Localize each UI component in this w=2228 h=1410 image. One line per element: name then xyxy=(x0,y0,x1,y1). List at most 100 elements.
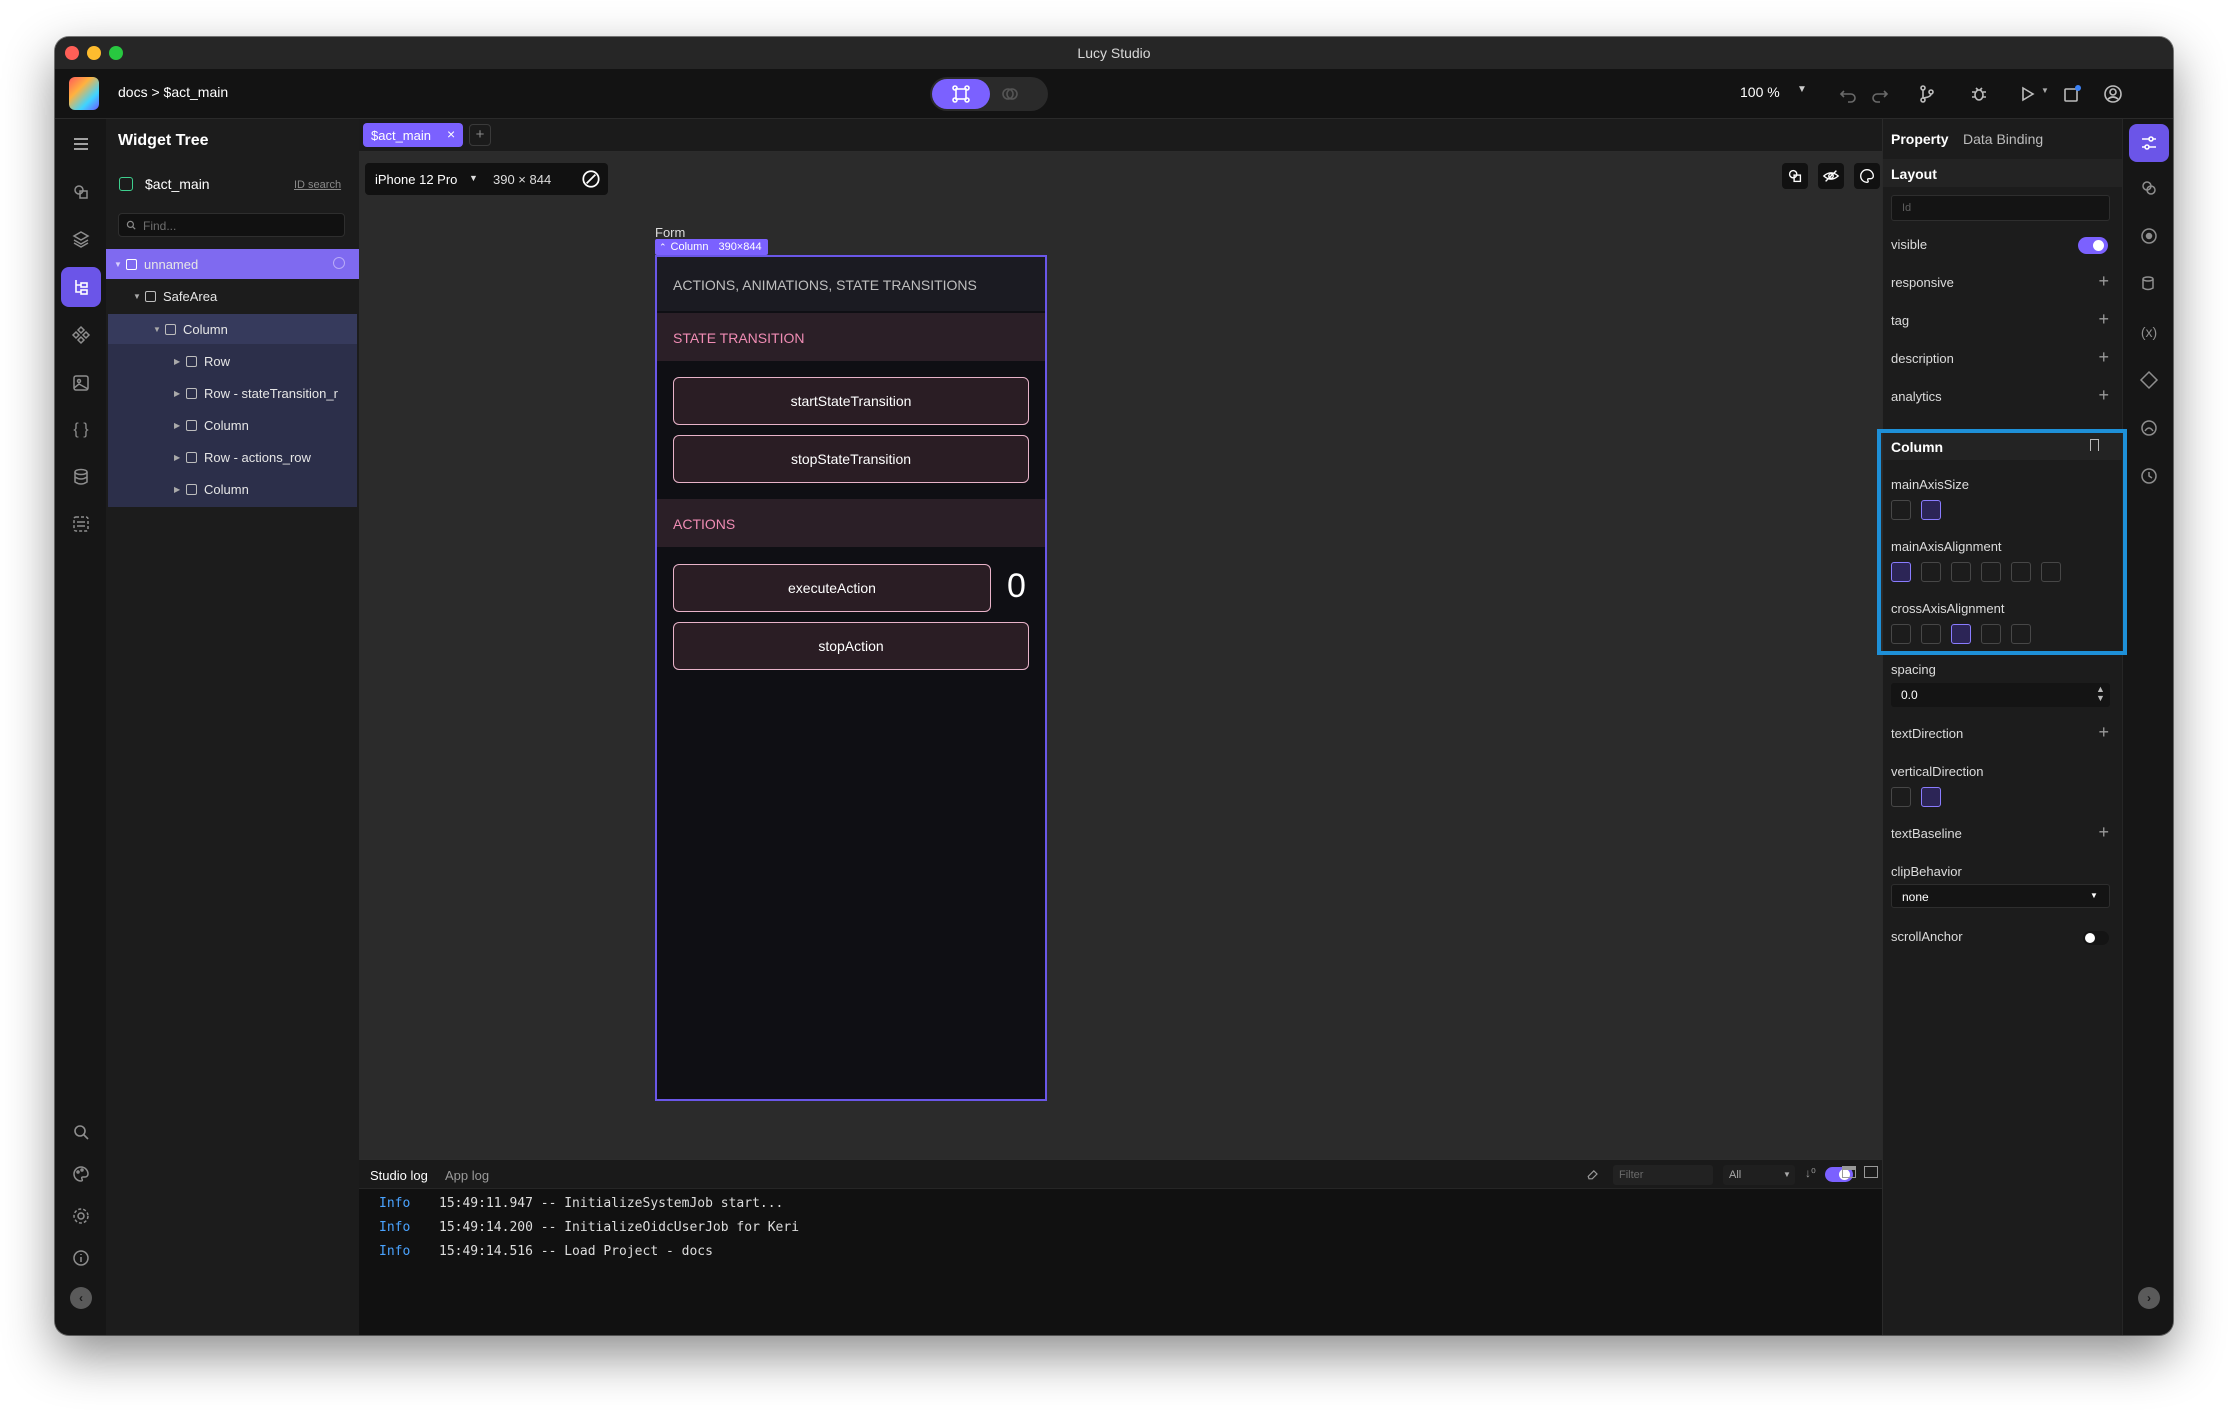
properties-icon[interactable] xyxy=(2129,124,2169,162)
shapes-toggle-icon[interactable] xyxy=(1782,163,1808,189)
maximize-icon[interactable] xyxy=(1864,1166,1878,1178)
add-tab-icon[interactable]: + xyxy=(469,124,491,146)
id-field[interactable]: Id xyxy=(1891,195,2110,221)
zoom-level[interactable]: 100 % xyxy=(1740,84,1780,100)
stepper-icon[interactable]: ▲ ▼ xyxy=(2096,685,2105,703)
tag-icon[interactable] xyxy=(2136,367,2162,393)
phone-preview[interactable]: ACTIONS, ANIMATIONS, STATE TRANSITIONS S… xyxy=(655,255,1047,1101)
align-center-icon[interactable] xyxy=(1951,562,1971,582)
spacing-input[interactable]: 0.0 ▲ ▼ xyxy=(1891,683,2110,707)
tab-app-log[interactable]: App log xyxy=(445,1168,489,1183)
add-analytics-icon[interactable]: + xyxy=(2098,386,2109,404)
theme-palette-icon[interactable] xyxy=(1854,163,1880,189)
style-icon[interactable] xyxy=(2136,175,2162,201)
design-mode-button[interactable] xyxy=(932,79,990,109)
scroll-anchor-toggle[interactable] xyxy=(2083,931,2109,945)
components-icon[interactable] xyxy=(68,322,94,348)
vertical-up-icon[interactable] xyxy=(1891,787,1911,807)
tree-node-column[interactable]: ▼ Column xyxy=(108,314,357,344)
menu-icon[interactable] xyxy=(68,131,94,157)
space-evenly-icon[interactable] xyxy=(2041,562,2061,582)
stop-state-transition-button[interactable]: stopStateTransition xyxy=(673,435,1029,483)
tree-search-field[interactable]: Find... xyxy=(118,213,345,237)
log-level-select[interactable]: All ▼ xyxy=(1723,1165,1795,1185)
stop-action-button[interactable]: stopAction xyxy=(673,622,1029,670)
run-dropdown-icon[interactable]: ▼ xyxy=(2041,86,2049,95)
debug-icon[interactable] xyxy=(1967,82,1991,106)
add-description-icon[interactable]: + xyxy=(2098,348,2109,366)
add-tag-icon[interactable]: + xyxy=(2098,310,2109,328)
tree-node-safearea[interactable]: ▼ SafeArea xyxy=(106,281,359,311)
sort-icon[interactable]: ↓⁰ xyxy=(1805,1166,1816,1180)
add-text-direction-icon[interactable]: + xyxy=(2098,723,2109,741)
theme-icon[interactable] xyxy=(2136,415,2162,441)
add-responsive-icon[interactable]: + xyxy=(2098,272,2109,290)
log-filter-input[interactable]: Filter xyxy=(1613,1165,1713,1185)
branch-icon[interactable] xyxy=(1915,82,1939,106)
hide-icon[interactable] xyxy=(1818,163,1844,189)
clip-behavior-select[interactable]: none ▼ xyxy=(1891,884,2110,908)
vertical-down-icon[interactable] xyxy=(1921,787,1941,807)
tree-node-row[interactable]: ▶ Row xyxy=(108,346,230,376)
shapes-icon[interactable] xyxy=(68,179,94,205)
tree-node-column-3[interactable]: ▶ Column xyxy=(108,474,249,504)
variables-icon[interactable]: (x) xyxy=(2136,319,2162,345)
tab-property[interactable]: Property xyxy=(1891,131,1949,147)
start-state-transition-button[interactable]: startStateTransition xyxy=(673,377,1029,425)
preview-mode-button[interactable] xyxy=(1000,84,1020,109)
tab-act-main[interactable]: $act_main × xyxy=(363,123,463,147)
tree-node-column-2[interactable]: ▶ Column xyxy=(108,410,249,440)
align-end-icon[interactable] xyxy=(1921,562,1941,582)
tab-data-binding[interactable]: Data Binding xyxy=(1963,131,2043,147)
visibility-icon[interactable] xyxy=(333,257,345,269)
close-tab-icon[interactable]: × xyxy=(447,126,455,142)
clear-log-icon[interactable] xyxy=(1585,1166,1601,1187)
execute-action-button[interactable]: executeAction xyxy=(673,564,991,612)
run-icon[interactable] xyxy=(2015,82,2039,106)
device-selector[interactable]: iPhone 12 Pro xyxy=(375,172,457,187)
cross-center-icon[interactable] xyxy=(1951,624,1971,644)
mode-switch[interactable] xyxy=(930,77,1048,111)
device-dropdown-icon[interactable]: ▼ xyxy=(469,173,478,183)
cross-start-icon[interactable] xyxy=(1891,624,1911,644)
align-start-icon[interactable] xyxy=(1891,562,1911,582)
max-size-icon[interactable] xyxy=(1921,500,1941,520)
notifications-icon[interactable] xyxy=(2060,82,2084,106)
id-search-link[interactable]: ID search xyxy=(294,179,341,191)
palette-icon[interactable] xyxy=(68,1161,94,1187)
layers-icon[interactable] xyxy=(68,226,94,252)
settings-icon[interactable] xyxy=(68,1203,94,1229)
rotate-icon[interactable] xyxy=(580,168,602,195)
tree-node-unnamed[interactable]: ▼ unnamed xyxy=(106,249,359,279)
image-icon[interactable] xyxy=(68,370,94,396)
tree-node-row-state-transition[interactable]: ▶ Row - stateTransition_r xyxy=(108,378,357,408)
account-icon[interactable] xyxy=(2101,82,2125,106)
collapse-left-icon[interactable]: ‹ xyxy=(70,1287,92,1309)
cross-stretch-icon[interactable] xyxy=(1981,624,2001,644)
zoom-dropdown-icon[interactable]: ▼ xyxy=(1797,84,1807,95)
add-text-baseline-icon[interactable]: + xyxy=(2098,823,2109,841)
datasource-icon[interactable] xyxy=(2136,271,2162,297)
search-icon[interactable] xyxy=(68,1119,94,1145)
undo-icon[interactable] xyxy=(1836,82,1860,106)
record-icon[interactable] xyxy=(2136,223,2162,249)
min-size-icon[interactable] xyxy=(1891,500,1911,520)
code-braces-icon[interactable]: { } xyxy=(68,417,94,443)
redo-icon[interactable] xyxy=(1868,82,1892,106)
tree-node-row-actions[interactable]: ▶ Row - actions_row xyxy=(108,442,311,472)
root-page-label[interactable]: $act_main xyxy=(145,176,210,192)
space-between-icon[interactable] xyxy=(1981,562,2001,582)
widget-tree-icon[interactable] xyxy=(61,267,101,307)
cross-baseline-icon[interactable] xyxy=(2011,624,2031,644)
collapse-right-icon[interactable]: › xyxy=(2138,1287,2160,1309)
info-icon[interactable] xyxy=(68,1245,94,1271)
history-icon[interactable] xyxy=(2136,463,2162,489)
cross-end-icon[interactable] xyxy=(1921,624,1941,644)
database-icon[interactable] xyxy=(68,464,94,490)
panel-layout-icon[interactable] xyxy=(1842,1166,1856,1178)
space-around-icon[interactable] xyxy=(2011,562,2031,582)
tab-studio-log[interactable]: Studio log xyxy=(370,1168,428,1183)
bookmark-icon[interactable] xyxy=(2090,439,2099,451)
visible-toggle[interactable] xyxy=(2078,237,2108,254)
api-icon[interactable] xyxy=(68,511,94,537)
